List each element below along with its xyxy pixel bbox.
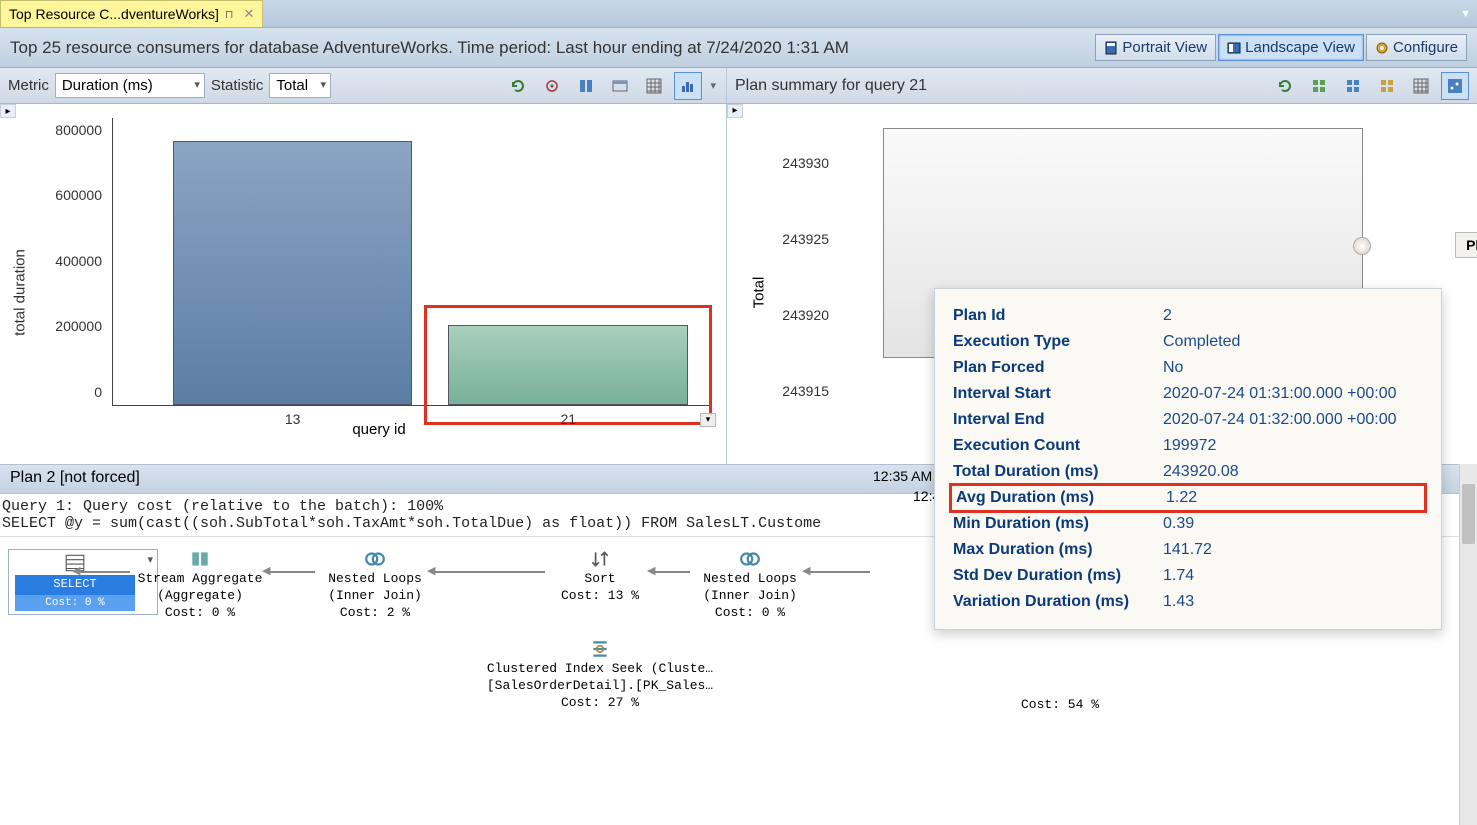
y-ticks: 0 200000 400000 600000 800000 bbox=[40, 108, 108, 406]
tooltip-key: Plan Id bbox=[953, 307, 1163, 325]
tooltip-row: Min Duration (ms)0.39 bbox=[953, 511, 1423, 537]
tooltip-value: 2020-07-24 01:31:00.000 +00:00 bbox=[1163, 385, 1423, 403]
statistic-label: Statistic bbox=[211, 77, 264, 94]
overflow-icon[interactable]: ▾ bbox=[708, 79, 718, 92]
plot-area[interactable]: 13 21 ▾ bbox=[112, 118, 712, 406]
op-stream-aggregate[interactable]: Stream Aggregate(Aggregate)Cost: 0 % bbox=[130, 549, 270, 622]
tooltip-value: No bbox=[1163, 359, 1423, 377]
plan-arrow bbox=[435, 571, 545, 573]
op-cost-extra: Cost: 54 % bbox=[1000, 697, 1120, 714]
tooltip-key: Variation Duration (ms) bbox=[953, 593, 1163, 611]
tooltip-value: 141.72 bbox=[1163, 541, 1423, 559]
configure-button[interactable]: Configure bbox=[1366, 34, 1467, 61]
document-tab-bar: Top Resource C...dventureWorks] ⊓ ✕ ▼ bbox=[0, 0, 1477, 28]
chart-icon[interactable] bbox=[674, 72, 702, 100]
op-nested-loops-1[interactable]: Nested Loops(Inner Join)Cost: 2 % bbox=[315, 549, 435, 622]
landscape-label: Landscape View bbox=[1245, 39, 1355, 56]
tooltip-row: Max Duration (ms)141.72 bbox=[953, 537, 1423, 563]
plan-chart-icon[interactable] bbox=[1441, 72, 1469, 100]
document-tab[interactable]: Top Resource C...dventureWorks] ⊓ ✕ bbox=[0, 0, 263, 27]
plan-arrow bbox=[80, 571, 130, 573]
highlight-box bbox=[424, 305, 712, 425]
tooltip-key: Total Duration (ms) bbox=[953, 463, 1163, 481]
op-nested-loops-2[interactable]: Nested Loops(Inner Join)Cost: 0 % bbox=[690, 549, 810, 622]
plan-arrow bbox=[270, 571, 315, 573]
y-axis-label: total duration bbox=[12, 249, 29, 336]
force-plan-icon[interactable] bbox=[1305, 72, 1333, 100]
tooltip-row: Execution TypeCompleted bbox=[953, 329, 1423, 355]
page-title-bar: Top 25 resource consumers for database A… bbox=[0, 28, 1477, 68]
plan-arrow bbox=[810, 571, 870, 573]
tooltip-row: Std Dev Duration (ms)1.74 bbox=[953, 563, 1423, 589]
tooltip-value: 2 bbox=[1163, 307, 1423, 325]
portrait-label: Portrait View bbox=[1122, 39, 1207, 56]
portrait-icon bbox=[1104, 41, 1118, 55]
unforce-plan-icon[interactable] bbox=[1339, 72, 1367, 100]
tooltip-key: Plan Forced bbox=[953, 359, 1163, 377]
tooltip-value: 243920.08 bbox=[1163, 463, 1423, 481]
statistic-select[interactable]: Total bbox=[269, 73, 331, 98]
tooltip-key: Execution Type bbox=[953, 333, 1163, 351]
tooltip-value: 1.74 bbox=[1163, 567, 1423, 585]
tooltip-key: Interval Start bbox=[953, 385, 1163, 403]
tooltip-row: Plan Id2 bbox=[953, 303, 1423, 329]
plan-summary-title: Plan summary for query 21 bbox=[735, 77, 927, 95]
tooltip-value: 1.22 bbox=[1166, 489, 1420, 507]
tooltip-row: Avg Duration (ms)1.22 bbox=[949, 483, 1427, 513]
plan-data-point[interactable] bbox=[1353, 237, 1371, 255]
bar-query-13[interactable] bbox=[173, 141, 413, 405]
tooltip-value: 2020-07-24 01:32:00.000 +00:00 bbox=[1163, 411, 1423, 429]
landscape-view-button[interactable]: Landscape View bbox=[1218, 34, 1364, 61]
metric-select[interactable]: Duration (ms) bbox=[55, 73, 205, 98]
scroll-right-icon[interactable]: ▾ bbox=[700, 413, 716, 427]
tooltip-row: Interval Start2020-07-24 01:31:00.000 +0… bbox=[953, 381, 1423, 407]
metric-label: Metric bbox=[8, 77, 49, 94]
tabbar-menu-icon[interactable]: ▼ bbox=[1454, 0, 1477, 27]
plan-grid-icon[interactable] bbox=[1407, 72, 1435, 100]
op-clustered-index-seek[interactable]: Clustered Index Seek (Cluste…[SalesOrder… bbox=[480, 639, 720, 712]
tooltip-value: Completed bbox=[1163, 333, 1423, 351]
page-title: Top 25 resource consumers for database A… bbox=[10, 38, 849, 58]
gear-icon bbox=[1375, 41, 1389, 55]
tab-title: Top Resource C...dventureWorks] bbox=[9, 6, 219, 22]
tooltip-row: Plan ForcedNo bbox=[953, 355, 1423, 381]
tooltip-row: Total Duration (ms)243920.08 bbox=[953, 459, 1423, 485]
tooltip-key: Max Duration (ms) bbox=[953, 541, 1163, 559]
pin-icon[interactable]: ⊓ bbox=[225, 8, 234, 21]
plan-details-tooltip: Plan Id2Execution TypeCompletedPlan Forc… bbox=[934, 288, 1442, 630]
tooltip-key: Execution Count bbox=[953, 437, 1163, 455]
tooltip-key: Avg Duration (ms) bbox=[956, 489, 1166, 507]
compare-plan-icon[interactable] bbox=[1373, 72, 1401, 100]
tooltip-row: Interval End2020-07-24 01:32:00.000 +00:… bbox=[953, 407, 1423, 433]
tooltip-key: Interval End bbox=[953, 411, 1163, 429]
tooltip-row: Variation Duration (ms)1.43 bbox=[953, 589, 1423, 615]
grid-icon[interactable] bbox=[640, 72, 668, 100]
op-sort[interactable]: SortCost: 13 % bbox=[545, 549, 655, 605]
refresh-icon[interactable] bbox=[504, 72, 532, 100]
x-axis-label: query id bbox=[352, 421, 405, 438]
tooltip-key: Min Duration (ms) bbox=[953, 515, 1163, 533]
landscape-icon bbox=[1227, 41, 1241, 55]
tooltip-value: 1.43 bbox=[1163, 593, 1423, 611]
query-duration-chart: ▸ total duration 0 200000 400000 600000 … bbox=[0, 104, 727, 464]
target-icon[interactable] bbox=[538, 72, 566, 100]
tooltip-value: 0.39 bbox=[1163, 515, 1423, 533]
detail-grid-icon[interactable] bbox=[606, 72, 634, 100]
tooltip-key: Std Dev Duration (ms) bbox=[953, 567, 1163, 585]
expand-icon[interactable]: ▸ bbox=[727, 104, 743, 118]
close-icon[interactable]: ✕ bbox=[243, 6, 254, 22]
vertical-scrollbar[interactable] bbox=[1459, 464, 1477, 825]
portrait-view-button[interactable]: Portrait View bbox=[1095, 34, 1216, 61]
tooltip-value: 199972 bbox=[1163, 437, 1423, 455]
legend: Plan Id bbox=[1455, 232, 1477, 258]
tooltip-row: Execution Count199972 bbox=[953, 433, 1423, 459]
x-tick: 21 bbox=[560, 411, 576, 427]
y-ticks: 243915 243920 243925 243930 bbox=[767, 108, 835, 424]
plan-refresh-icon[interactable] bbox=[1271, 72, 1299, 100]
query-text-icon[interactable] bbox=[572, 72, 600, 100]
configure-label: Configure bbox=[1393, 39, 1458, 56]
toolbar: Metric Duration (ms) Statistic Total ▾ P… bbox=[0, 68, 1477, 104]
plan-arrow bbox=[655, 571, 690, 573]
x-tick: 13 bbox=[285, 411, 301, 427]
